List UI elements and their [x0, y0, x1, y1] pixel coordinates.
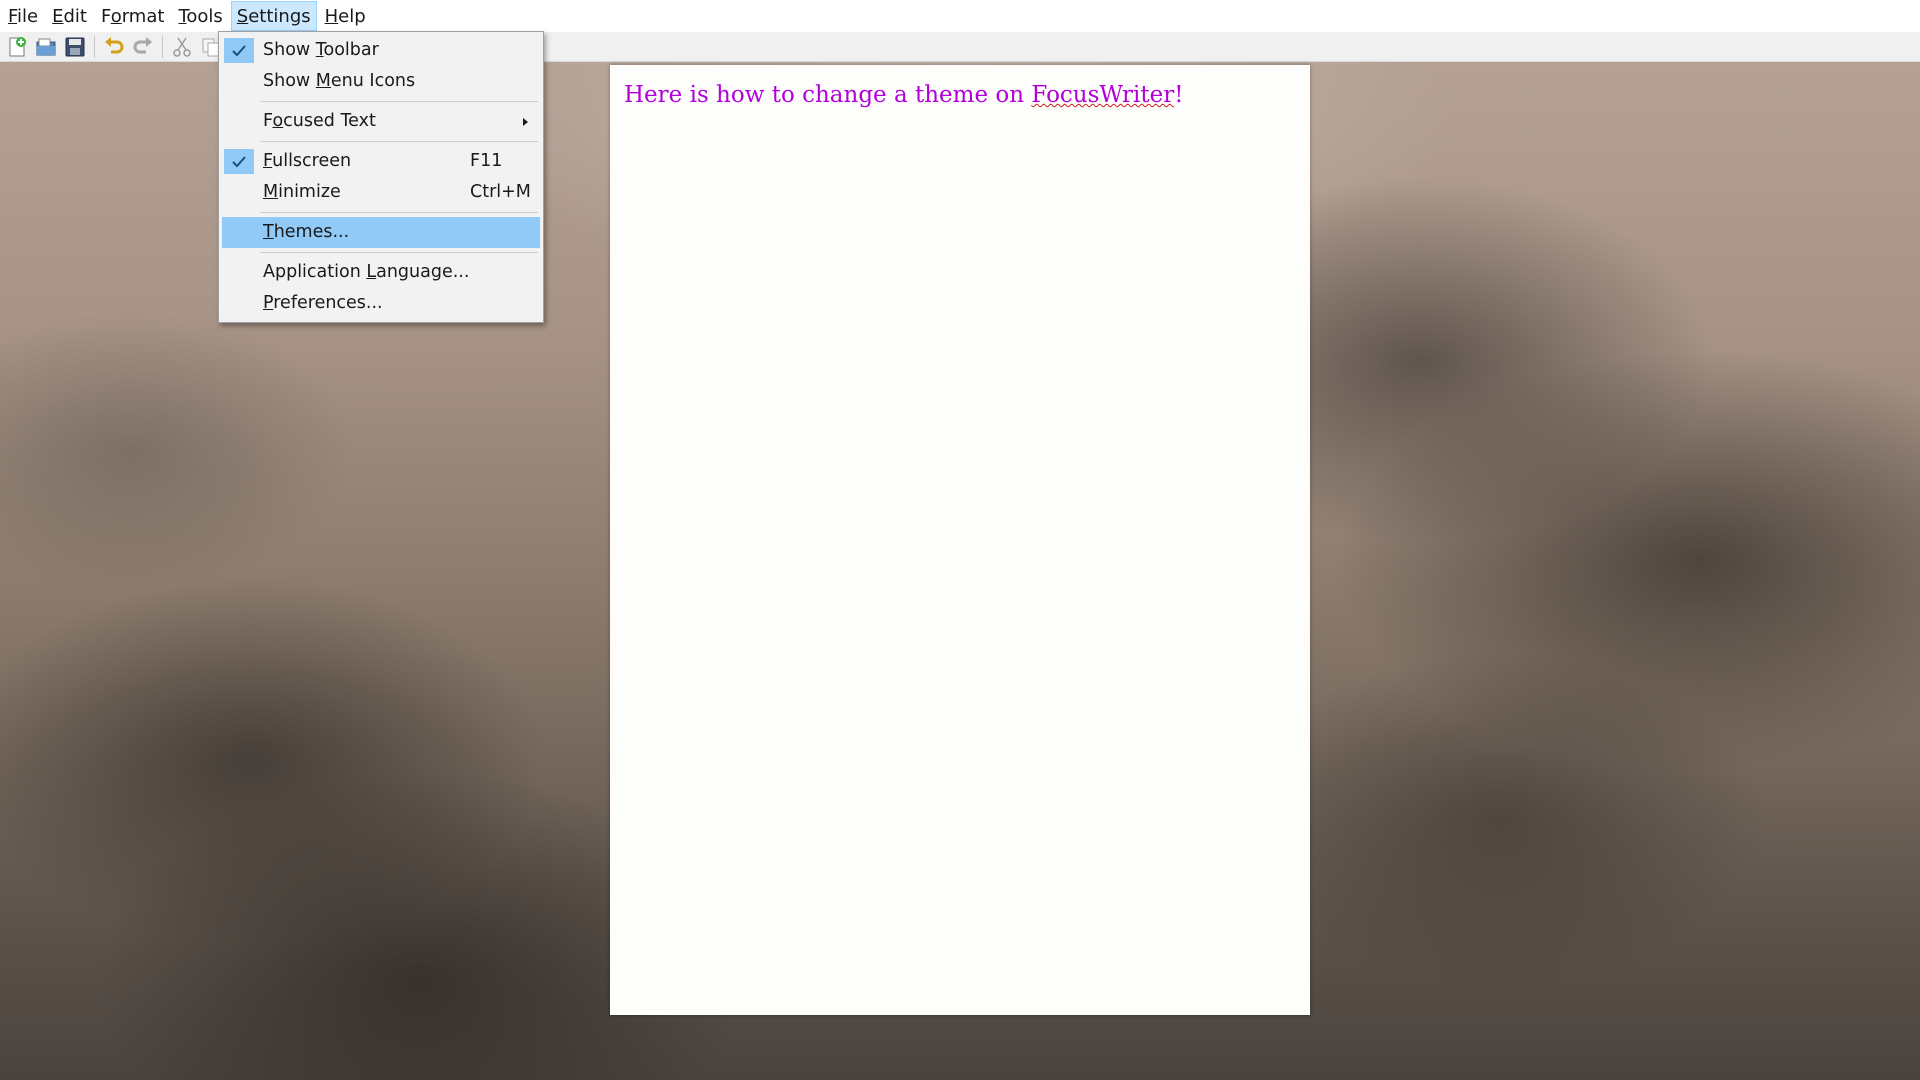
cut-icon[interactable]	[169, 34, 195, 60]
menu-item-focused-text[interactable]: Focused Text	[222, 106, 540, 137]
menu-item-themes[interactable]: Themes...	[222, 217, 540, 248]
checkmark-icon	[224, 149, 254, 174]
misspelled-word[interactable]: FocusWriter	[1031, 82, 1174, 108]
menu-help[interactable]: Help	[319, 1, 372, 31]
menu-separator	[260, 212, 538, 213]
menu-separator	[260, 141, 538, 142]
menu-separator	[260, 252, 538, 253]
save-icon[interactable]	[62, 34, 88, 60]
settings-menu-dropdown: Show Toolbar Show Menu Icons Focused Tex…	[218, 31, 544, 323]
submenu-arrow-icon	[523, 118, 528, 126]
toolbar-separator	[162, 35, 163, 58]
menu-item-fullscreen[interactable]: Fullscreen F11	[222, 146, 540, 177]
checkmark-icon	[224, 38, 254, 63]
undo-icon[interactable]	[101, 34, 127, 60]
redo-icon[interactable]	[130, 34, 156, 60]
document-page[interactable]: Here is how to change a theme on FocusWr…	[610, 65, 1310, 1015]
menu-settings[interactable]: Settings	[230, 1, 317, 31]
menu-edit[interactable]: Edit	[46, 1, 93, 31]
menu-item-show-menu-icons[interactable]: Show Menu Icons	[222, 66, 540, 97]
menu-file[interactable]: File	[2, 1, 44, 31]
menu-item-application-language[interactable]: Application Language...	[222, 257, 540, 288]
document-text[interactable]: Here is how to change a theme on FocusWr…	[624, 79, 1296, 111]
menu-bar: File Edit Format Tools Settings Help	[0, 0, 1920, 32]
new-document-icon[interactable]	[4, 34, 30, 60]
open-icon[interactable]	[33, 34, 59, 60]
menu-separator	[260, 101, 538, 102]
menu-format[interactable]: Format	[95, 1, 170, 31]
menu-item-preferences[interactable]: Preferences...	[222, 288, 540, 319]
shortcut-label: Ctrl+M	[470, 182, 531, 202]
menu-item-show-toolbar[interactable]: Show Toolbar	[222, 35, 540, 66]
shortcut-label: F11	[470, 151, 503, 171]
menu-item-minimize[interactable]: Minimize Ctrl+M	[222, 177, 540, 208]
toolbar-separator	[94, 35, 95, 58]
menu-tools[interactable]: Tools	[172, 1, 228, 31]
